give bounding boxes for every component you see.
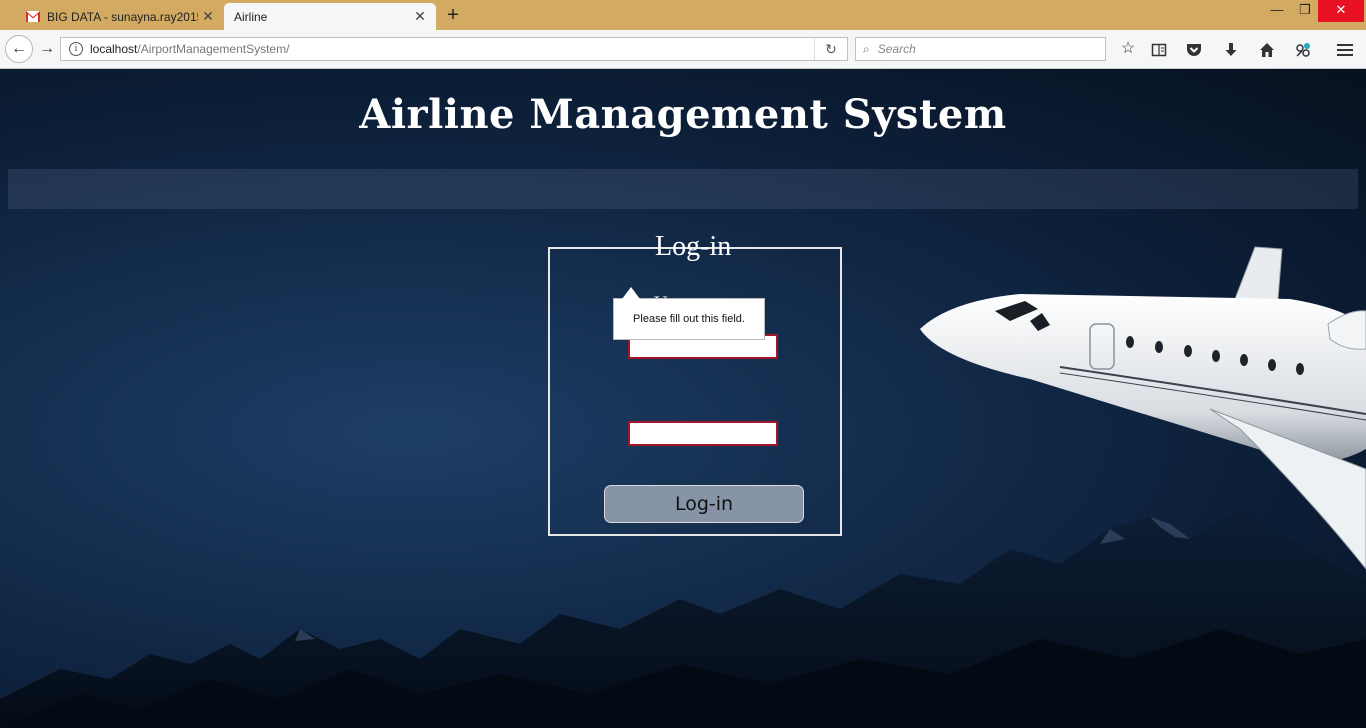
jet-airplane-image — [920, 246, 1366, 570]
tab-title: Airline — [234, 9, 268, 24]
url-host: localhost — [90, 42, 138, 56]
page-content: Airline Management System Log-in Usernam… — [0, 69, 1366, 728]
home-icon[interactable] — [1256, 39, 1278, 61]
minimize-icon[interactable]: — — [1264, 0, 1290, 22]
page-title: Airline Management System — [359, 91, 1007, 138]
password-input[interactable] — [628, 421, 778, 446]
search-input[interactable] — [875, 41, 1080, 57]
url-path: /AirportManagementSystem/ — [137, 42, 290, 56]
info-icon[interactable]: i — [69, 42, 83, 56]
browser-navbar: ← → i localhost/AirportManagementSystem/… — [0, 30, 1366, 69]
download-icon[interactable] — [1220, 39, 1242, 61]
login-button[interactable]: Log-in — [604, 485, 804, 523]
pocket-icon[interactable] — [1183, 39, 1205, 61]
close-tab-icon[interactable]: ✕ — [410, 8, 430, 25]
extension-icon[interactable] — [1292, 39, 1314, 61]
nav-strip — [8, 169, 1358, 209]
restore-icon[interactable]: ❐ — [1292, 0, 1318, 22]
new-tab-icon[interactable]: + — [443, 5, 463, 25]
tab-big-data[interactable]: BIG DATA - sunayna.ray2015 ✕ — [14, 3, 224, 30]
login-fieldset: Log-in Username: Log-in — [548, 231, 842, 536]
tab-title: BIG DATA - sunayna.ray2015 — [47, 9, 198, 24]
browser-titlebar: BIG DATA - sunayna.ray2015 ✕ Airline ✕ +… — [0, 0, 1366, 30]
validation-tooltip: Please fill out this field. — [613, 287, 765, 340]
tab-airline[interactable]: Airline ✕ — [224, 3, 436, 30]
back-icon[interactable]: ← — [5, 35, 33, 63]
close-window-icon[interactable]: ✕ — [1318, 0, 1364, 22]
reading-list-icon[interactable] — [1148, 39, 1170, 61]
login-legend: Log-in — [655, 231, 732, 262]
reload-icon[interactable]: ↻ — [814, 38, 847, 60]
forward-icon[interactable]: → — [36, 39, 58, 59]
bookmark-star-icon[interactable]: ☆ — [1117, 39, 1139, 61]
menu-icon[interactable] — [1334, 39, 1356, 61]
url-bar[interactable]: i localhost/AirportManagementSystem/ ↻ — [60, 37, 848, 61]
gmail-icon — [26, 11, 40, 22]
search-icon: ⌕ — [863, 41, 870, 56]
close-tab-icon[interactable]: ✕ — [198, 8, 218, 25]
search-box[interactable]: ⌕ — [855, 37, 1106, 61]
